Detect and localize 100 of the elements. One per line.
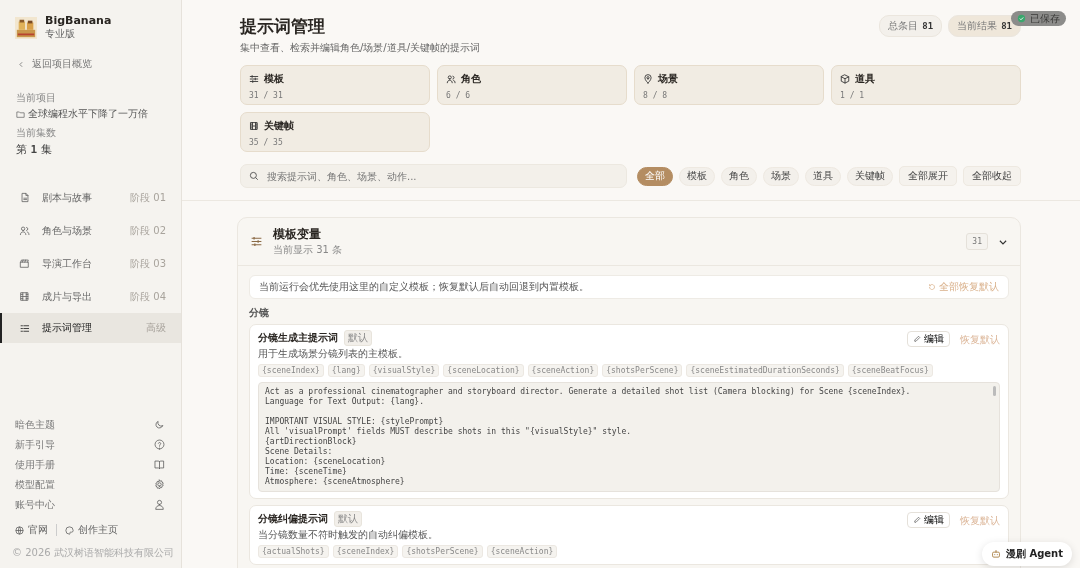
user-icon	[154, 499, 165, 510]
copyright: © 2026 武汉树语智能科技有限公司	[11, 546, 175, 560]
menu-item[interactable]: 账号中心	[15, 498, 165, 511]
category-title: 模板	[264, 72, 284, 86]
footer-link[interactable]: 官网	[15, 523, 48, 537]
edition-label: 专业版	[45, 27, 76, 41]
cube-icon	[840, 74, 850, 84]
sliders-icon	[250, 235, 263, 248]
list-icon	[19, 322, 30, 334]
filter-chip[interactable]: 模板	[679, 166, 715, 186]
toolbar-button[interactable]: 全部展开	[899, 166, 957, 186]
group-label: 分镜	[249, 306, 270, 320]
help-icon	[154, 439, 165, 450]
film-icon	[249, 121, 259, 131]
menu-item[interactable]: 使用手册	[15, 458, 165, 471]
variable-tag: {sceneAction}	[527, 364, 599, 377]
category-card[interactable]: 道具 1 / 1	[831, 65, 1021, 105]
section-subtitle: 当前显示 31 条	[273, 243, 344, 257]
search-field[interactable]: 搜索提示词、角色、场景、动作...	[240, 164, 627, 188]
prompt-editor[interactable]: Act as a professional cinematographer and storyboard director. Generate a detailed shot list (Camera blocking) for Scene {sceneIndex}. Language for Text Output: {lang}. IMPORTANT VISUAL STYLE: {stylePrompt} All 'visualPrompt' fields MUST describe shots in this "{visualStyle}" style. {artDirectionBlock} Scene Details: Location: {sceneLocation} Time: {sceneTime} Atmosphere: {sceneAtmosphere}	[258, 382, 1000, 492]
menu-item[interactable]: 暗色主题	[15, 418, 165, 431]
page-subtitle: 集中查看、检索并编辑角色/场景/道具/关键帧的提示词	[240, 41, 481, 55]
field-label: 当前集数	[16, 126, 57, 140]
stat-pill: 当前结果 81	[948, 15, 1021, 37]
template-description: 用于生成场景分镜列表的主模板。	[258, 347, 409, 361]
variable-tag: {lang}	[327, 364, 365, 377]
variable-tag: {actualShots}	[258, 545, 329, 558]
category-count: 1 / 1	[840, 91, 866, 100]
back-link[interactable]: 返回项目概览	[18, 57, 181, 71]
field-label: 当前项目	[16, 91, 57, 105]
count-badge: 31	[966, 233, 988, 250]
template-title: 分镜纠偏提示词	[258, 512, 328, 526]
category-card[interactable]: 场景 8 / 8	[634, 65, 824, 105]
category-count: 31 / 31	[249, 91, 284, 100]
pencil-icon	[913, 335, 921, 343]
category-count: 35 / 35	[249, 138, 284, 147]
toolbar-button[interactable]: 全部收起	[963, 166, 1021, 186]
moon-icon	[154, 419, 165, 430]
default-badge: 默认	[344, 330, 372, 346]
globe-icon	[15, 525, 24, 535]
menu-item[interactable]: 模型配置	[15, 478, 165, 491]
variable-tag: {sceneLocation}	[443, 364, 524, 377]
map-pin-icon	[643, 74, 653, 84]
book-icon	[154, 459, 165, 470]
variable-tag: {visualStyle}	[368, 364, 440, 377]
category-count: 8 / 8	[643, 91, 669, 100]
nav-item[interactable]: 剧本与故事 阶段 01	[0, 181, 181, 214]
project-name: 全球编程水平下降了一万倍	[28, 107, 148, 121]
settings-icon	[154, 479, 165, 490]
variable-tag: {sceneIndex}	[258, 364, 324, 377]
filter-chip[interactable]: 角色	[721, 166, 757, 186]
variable-tag: {shotsPerScene}	[402, 545, 483, 558]
category-title: 场景	[658, 72, 678, 86]
toast-text: 已保存	[1030, 11, 1060, 26]
check-icon	[1017, 14, 1026, 23]
category-card[interactable]: 模板 31 / 31	[240, 65, 430, 105]
filter-chip[interactable]: 场景	[763, 166, 799, 186]
edit-button[interactable]: 编辑	[907, 331, 950, 347]
palette-icon	[65, 525, 74, 535]
refresh-icon	[928, 283, 936, 291]
notice-text: 当前运行会优先使用这里的自定义模板；恢复默认后自动回退到内置模板。	[259, 280, 589, 294]
film-icon	[19, 291, 30, 302]
episode-number: 第 1 集	[16, 142, 53, 157]
template-description: 当分镜数量不符时触发的自动纠偏模板。	[258, 528, 439, 542]
chevron-left-icon	[18, 60, 24, 68]
filter-chip[interactable]: 道具	[805, 166, 841, 186]
page-title: 提示词管理	[240, 15, 326, 38]
stat-pill: 总条目 81	[879, 15, 943, 37]
brand-name: BigBanana	[45, 14, 112, 27]
category-title: 关键帧	[264, 119, 294, 133]
people-icon	[446, 74, 456, 84]
nav-item[interactable]: 成片与导出 阶段 04	[0, 280, 181, 313]
agent-button[interactable]: 漫剧 Agent	[981, 542, 1072, 566]
robot-icon	[990, 549, 1001, 559]
default-badge: 默认	[334, 511, 362, 527]
variable-tag: {sceneAction}	[486, 545, 558, 558]
category-card[interactable]: 角色 6 / 6	[437, 65, 627, 105]
menu-item[interactable]: 新手引导	[15, 438, 165, 451]
variable-tag: {sceneIndex}	[332, 545, 399, 558]
filter-chip[interactable]: 关键帧	[847, 166, 893, 186]
folder-icon	[16, 109, 25, 119]
footer-link[interactable]: 创作主页	[65, 523, 118, 537]
edit-button[interactable]: 编辑	[907, 512, 950, 528]
template-title: 分镜生成主提示词	[258, 331, 338, 345]
variable-tag: {sceneEstimatedDurationSeconds}	[686, 364, 844, 377]
document-icon	[19, 192, 30, 203]
category-card[interactable]: 关键帧 35 / 35	[240, 112, 430, 152]
category-title: 角色	[461, 72, 481, 86]
nav-item[interactable]: 导演工作台 阶段 03	[0, 247, 181, 280]
category-count: 6 / 6	[446, 91, 472, 100]
variable-tag: {shotsPerScene}	[602, 364, 683, 377]
variable-tag: {sceneBeatFocus}	[847, 364, 933, 377]
nav-item[interactable]: 提示词管理 高级	[0, 313, 181, 343]
section-title: 模板变量	[273, 226, 322, 243]
sliders-icon	[249, 74, 259, 84]
category-title: 道具	[855, 72, 875, 86]
nav-item[interactable]: 角色与场景 阶段 02	[0, 214, 181, 247]
clapperboard-icon	[19, 258, 30, 269]
pencil-icon	[913, 516, 921, 524]
people-icon	[19, 225, 30, 236]
